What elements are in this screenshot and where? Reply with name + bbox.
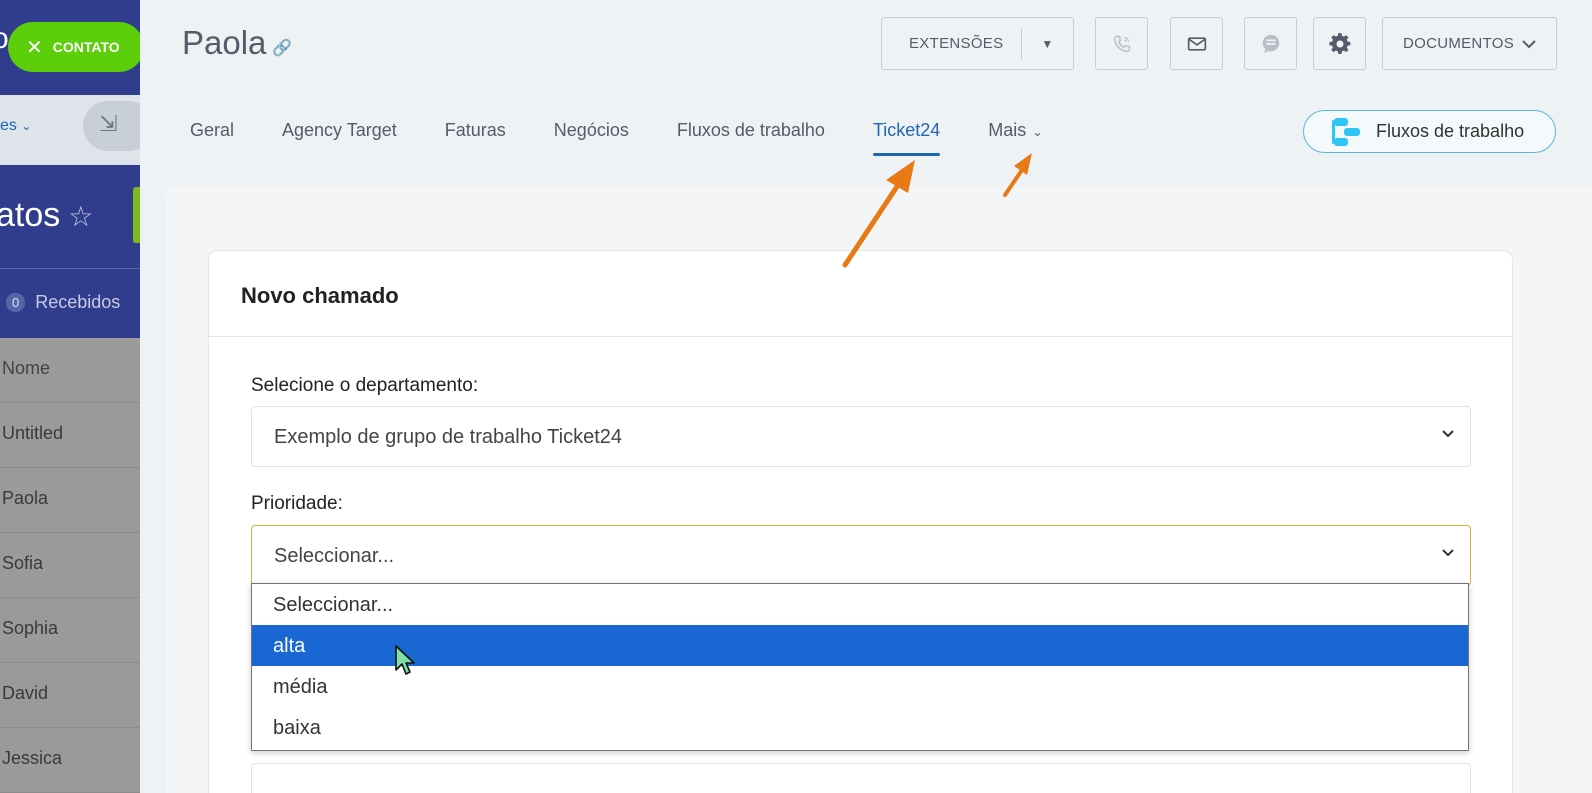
priority-value: Seleccionar... bbox=[274, 545, 395, 567]
contato-label: CONTATO bbox=[52, 39, 120, 55]
tab-faturas[interactable]: Faturas bbox=[445, 120, 506, 156]
tab-mais-label: Mais bbox=[988, 120, 1027, 140]
tab-geral[interactable]: Geral bbox=[190, 120, 234, 156]
call-button[interactable] bbox=[1095, 17, 1148, 70]
list-item: Sophia bbox=[0, 598, 140, 663]
close-contato-button[interactable]: ✕ CONTATO bbox=[8, 22, 140, 72]
chevron-down-icon bbox=[1442, 425, 1454, 441]
background-nav-link: es ⌄ bbox=[0, 117, 32, 134]
department-select[interactable]: Exemplo de grupo de trabalho Ticket24 bbox=[251, 406, 1471, 467]
background-green-button bbox=[133, 187, 140, 243]
list-header: Nome bbox=[0, 338, 140, 403]
priority-option[interactable]: Seleccionar... bbox=[252, 584, 1468, 625]
star-icon: ☆ bbox=[68, 201, 94, 232]
priority-dropdown: Seleccionar... alta média baixa bbox=[251, 583, 1469, 751]
department-label: Selecione o departamento: bbox=[251, 375, 479, 396]
phone-icon bbox=[1113, 35, 1130, 52]
mail-icon bbox=[1187, 36, 1206, 51]
chevron-down-icon: ⌄ bbox=[1032, 125, 1043, 139]
workflow-icon bbox=[1332, 117, 1362, 146]
received-label: Recebidos bbox=[35, 292, 121, 312]
list-item: Sofia bbox=[0, 533, 140, 598]
tab-bar: Geral Agency Target Faturas Negócios Flu… bbox=[190, 120, 1090, 156]
settings-button[interactable] bbox=[1313, 17, 1366, 70]
entity-name[interactable]: Paola bbox=[182, 24, 266, 62]
list-item: Untitled bbox=[0, 403, 140, 468]
new-ticket-card: Novo chamado Selecione o departamento: E… bbox=[208, 250, 1513, 793]
tab-mais[interactable]: Mais ⌄ bbox=[988, 120, 1042, 156]
tab-agency-target[interactable]: Agency Target bbox=[282, 120, 397, 156]
chat-button[interactable] bbox=[1244, 17, 1297, 70]
chevron-down-icon bbox=[1522, 39, 1536, 48]
tab-fluxos-de-trabalho[interactable]: Fluxos de trabalho bbox=[677, 120, 825, 156]
priority-option-highlighted[interactable]: alta bbox=[252, 625, 1468, 666]
extensions-button[interactable]: EXTENSÕES ▼ bbox=[881, 17, 1074, 70]
divider bbox=[0, 268, 140, 269]
page-title: Paola 🔗 bbox=[182, 24, 292, 62]
background-contact-list: Nome Untitled Paola Sofia Sophia David J… bbox=[0, 338, 140, 793]
tab-negocios[interactable]: Negócios bbox=[554, 120, 629, 156]
received-count: 0 bbox=[6, 293, 26, 312]
gear-icon bbox=[1328, 32, 1350, 54]
chat-icon bbox=[1262, 34, 1279, 53]
list-item: David bbox=[0, 663, 140, 728]
priority-option[interactable]: baixa bbox=[252, 707, 1468, 748]
close-icon: ✕ bbox=[26, 36, 43, 59]
tab-content: Novo chamado Selecione o departamento: E… bbox=[166, 186, 1592, 793]
card-title: Novo chamado bbox=[209, 251, 1512, 337]
priority-option[interactable]: média bbox=[252, 666, 1468, 707]
list-item: Paola bbox=[0, 468, 140, 533]
priority-label: Prioridade: bbox=[251, 493, 343, 514]
mouse-cursor-icon bbox=[395, 645, 415, 675]
email-button[interactable] bbox=[1170, 17, 1223, 70]
tab-ticket24[interactable]: Ticket24 bbox=[872, 120, 941, 156]
caret-down-icon[interactable]: ▼ bbox=[1022, 37, 1073, 51]
workflows-label: Fluxos de trabalho bbox=[1376, 121, 1525, 141]
background-page-title: atos ☆ bbox=[0, 196, 94, 234]
priority-select[interactable]: Seleccionar... bbox=[251, 525, 1471, 586]
department-value: Exemplo de grupo de trabalho Ticket24 bbox=[274, 426, 622, 448]
extensions-label: EXTENSÕES bbox=[909, 35, 1004, 52]
next-field[interactable] bbox=[251, 763, 1471, 793]
contact-slider: Paola 🔗 EXTENSÕES ▼ DOCUMENTOS Geral Age… bbox=[140, 0, 1592, 793]
background-app: o ✕ CONTATO es ⌄ ⇲ atos ☆ 0 Recebidos Nom… bbox=[0, 0, 140, 793]
documents-label: DOCUMENTOS bbox=[1402, 35, 1515, 52]
background-toolbar: es ⌄ ⇲ bbox=[0, 95, 140, 165]
workflows-button[interactable]: Fluxos de trabalho bbox=[1303, 110, 1556, 153]
documents-button[interactable]: DOCUMENTOS bbox=[1382, 17, 1557, 70]
chevron-down-icon bbox=[1442, 544, 1454, 560]
collapse-icon: ⇲ bbox=[83, 101, 140, 151]
background-received-filter: 0 Recebidos bbox=[6, 292, 120, 313]
link-icon[interactable]: 🔗 bbox=[272, 38, 292, 62]
list-item: Jessica bbox=[0, 728, 140, 793]
